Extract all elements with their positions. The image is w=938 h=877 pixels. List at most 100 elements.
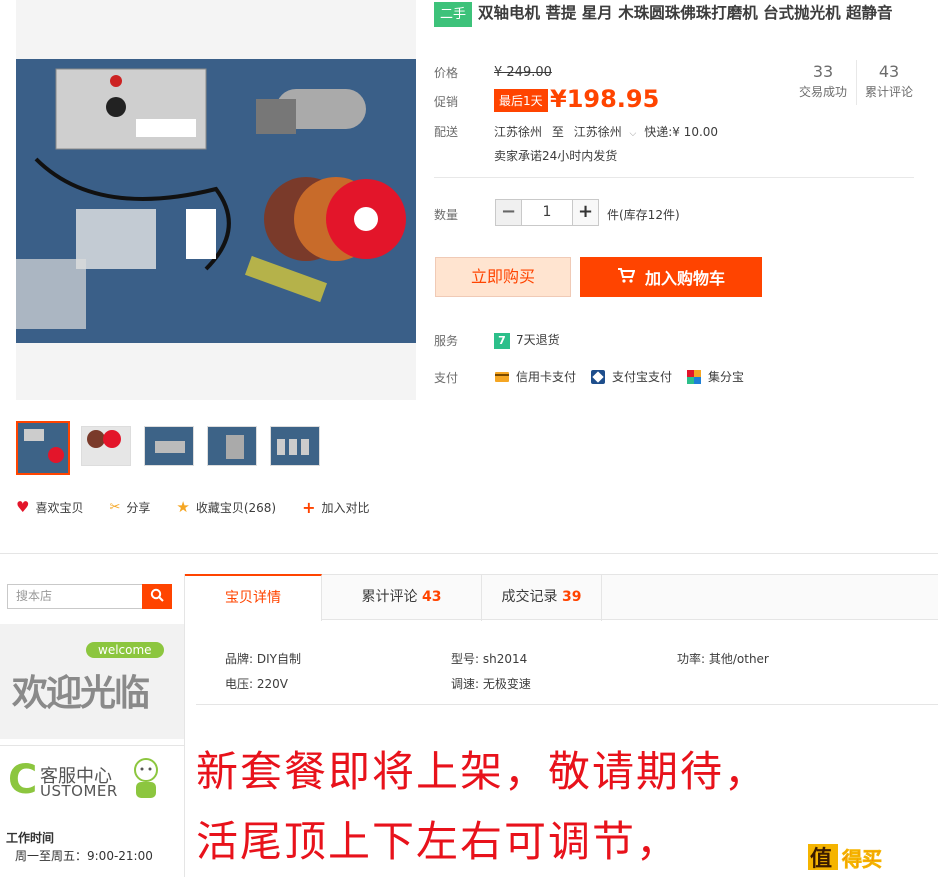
cs-avatar-icon — [132, 756, 160, 803]
buy-now-button[interactable]: 立即购买 — [435, 257, 571, 297]
customer-service-box[interactable]: C 客服中心 USTOMER — [0, 745, 184, 820]
thumbnail-4[interactable] — [207, 426, 257, 466]
description-line-1: 新套餐即将上架，敬请期待， — [196, 747, 769, 796]
compare-action[interactable]: + 加入对比 — [302, 497, 370, 517]
tab-reviews-label: 累计评论 — [361, 589, 418, 605]
shipping-info: 江苏徐州 至 江苏徐州 ⌵ 快递:¥ 10.00 — [494, 123, 718, 140]
tab-reviews-count: 43 — [421, 589, 442, 605]
condition-badge: 二手 — [434, 2, 473, 27]
product-actions: ♥ 喜欢宝贝 ✂ 分享 ★ 收藏宝贝(268) + 加入对比 — [16, 497, 370, 517]
svg-text:值: 值 — [810, 846, 832, 872]
sales-count: 33 — [812, 62, 834, 81]
detail-tabs: 宝贝详情 累计评论 43 成交记录 39 — [185, 574, 938, 621]
thumbnail-3[interactable] — [144, 426, 194, 466]
tab-details-label: 宝贝详情 — [225, 590, 281, 606]
service-label: 服务 — [434, 334, 459, 348]
ship-promise: 卖家承诺24小时内发货 — [494, 149, 618, 163]
qty-plus-button[interactable]: + — [572, 199, 599, 226]
heart-icon: ♥ — [16, 498, 30, 516]
favorite-action[interactable]: ★ 收藏宝贝(268) — [176, 498, 276, 516]
shipping-label: 配送 — [434, 125, 459, 139]
tab-transactions[interactable]: 成交记录 39 — [482, 575, 602, 621]
attr-speed: 调速: 无极变速 — [451, 677, 531, 691]
hours-weekday: 周一至周五：9:00-21:00 — [15, 849, 153, 863]
ship-from: 江苏徐州 — [494, 125, 543, 139]
pay-credit-label: 信用卡支付 — [516, 370, 577, 384]
promo-tag: 最后1天 — [494, 89, 548, 112]
pay-methods: 信用卡支付 支付宝支付 集分宝 — [494, 368, 758, 385]
cs-sub: USTOMER — [40, 782, 118, 800]
ship-to-select[interactable]: 江苏徐州 — [574, 125, 622, 139]
info-divider — [434, 177, 914, 178]
pay-jifenbao: 集分宝 — [686, 368, 744, 385]
attributes-divider — [196, 704, 938, 705]
reviews-stat[interactable]: 43 累计评论 — [858, 62, 920, 100]
tab-transactions-label: 成交记录 — [501, 589, 558, 605]
hours-title: 工作时间 — [6, 831, 55, 845]
promo-price: ¥198.95 — [550, 85, 660, 113]
svg-text:得买: 得买 — [841, 847, 882, 871]
attr-voltage: 电压: 220V — [225, 677, 288, 691]
add-to-cart-label: 加入购物车 — [644, 269, 725, 288]
price-label: 价格 — [434, 66, 459, 80]
pay-jifenbao-label: 集分宝 — [708, 370, 745, 384]
cs-logo-c: C — [8, 757, 38, 803]
promo-label: 促销 — [434, 95, 459, 109]
search-icon — [150, 588, 164, 605]
section-separator — [0, 553, 938, 554]
ship-fee: 快递:¥ 10.00 — [644, 125, 719, 139]
share-action[interactable]: ✂ 分享 — [109, 498, 150, 516]
service-return[interactable]: 7 7天退货 — [494, 331, 560, 349]
pay-alipay-label: 支付宝支付 — [612, 370, 673, 384]
thumbnail-5[interactable] — [270, 426, 320, 466]
shop-search-button[interactable] — [142, 584, 172, 609]
qty-input[interactable]: 1 — [522, 199, 572, 226]
description-line-2: 活尾顶上下左右可调节， — [196, 817, 681, 866]
watermark-logo: 值 得买 — [806, 838, 932, 872]
thumbnail-1[interactable] — [16, 421, 70, 475]
title-text: 双轴电机 菩提 星月 木珠圆珠佛珠打磨机 台式抛光机 超静音 — [478, 4, 893, 22]
stats-divider — [856, 60, 857, 105]
attr-brand: 品牌: DIY自制 — [225, 652, 301, 666]
add-to-cart-button[interactable]: 加入购物车 — [580, 257, 762, 297]
ship-to-prefix: 至 — [551, 125, 564, 139]
chevron-down-icon[interactable]: ⌵ — [630, 129, 637, 139]
compare-label: 加入对比 — [321, 500, 370, 515]
credit-card-icon — [494, 369, 510, 385]
main-product-image[interactable] — [16, 0, 416, 400]
like-action[interactable]: ♥ 喜欢宝贝 — [16, 498, 83, 516]
plus-icon: + — [302, 497, 316, 517]
seven-day-return-icon: 7 — [494, 332, 510, 349]
qty-label: 数量 — [434, 208, 459, 222]
qty-stock: 件(库存12件) — [607, 208, 680, 222]
reviews-count: 43 — [878, 62, 900, 81]
qty-minus-button[interactable]: − — [495, 199, 522, 226]
reviews-label: 累计评论 — [864, 85, 913, 99]
welcome-text: 欢迎光临 — [12, 673, 150, 714]
welcome-banner: welcome 欢迎光临 — [0, 624, 184, 739]
welcome-badge: welcome — [86, 642, 164, 658]
sales-stat: 33 交易成功 — [790, 62, 856, 100]
star-icon: ★ — [176, 498, 190, 516]
attr-model: 型号: sh2014 — [451, 652, 528, 666]
like-label: 喜欢宝贝 — [35, 500, 84, 515]
jifenbao-icon — [686, 369, 702, 385]
alipay-icon — [590, 369, 606, 385]
share-icon: ✂ — [109, 499, 121, 515]
thumbnail-2[interactable] — [81, 426, 131, 466]
favorite-label: 收藏宝贝(268) — [195, 500, 277, 515]
original-price: ¥ 249.00 — [494, 65, 552, 80]
sales-label: 交易成功 — [798, 85, 847, 99]
shop-search-input[interactable]: 搜本店 — [7, 584, 143, 609]
tab-details[interactable]: 宝贝详情 — [185, 574, 322, 621]
tab-reviews[interactable]: 累计评论 43 — [322, 575, 482, 621]
pay-alipay: 支付宝支付 — [590, 368, 672, 385]
share-label: 分享 — [126, 500, 151, 515]
pay-credit: 信用卡支付 — [494, 368, 576, 385]
service-text: 7天退货 — [516, 333, 560, 347]
cart-icon — [617, 267, 636, 287]
quantity-stepper: − 1 + — [495, 199, 599, 226]
product-photo — [16, 59, 416, 343]
attr-power: 功率: 其他/other — [677, 652, 769, 666]
product-title: 二手 双轴电机 菩提 星月 木珠圆珠佛珠打磨机 台式抛光机 超静音 — [434, 2, 914, 27]
